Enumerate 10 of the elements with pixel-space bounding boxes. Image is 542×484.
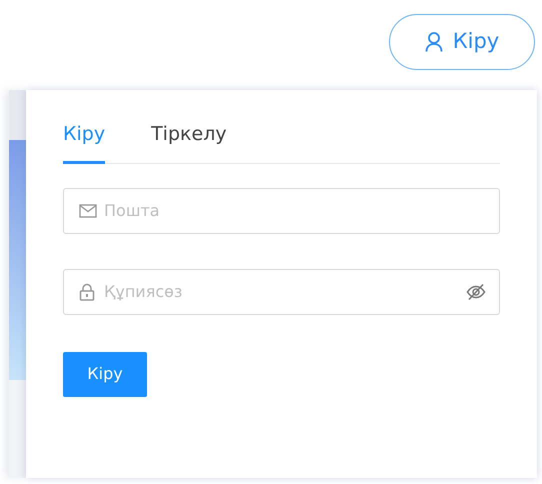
email-field[interactable]: Пошта xyxy=(63,188,500,234)
hide-password-icon[interactable] xyxy=(466,282,486,300)
lock-icon xyxy=(79,282,95,300)
tab[interactable]: Кіру xyxy=(63,120,106,164)
mail-icon xyxy=(79,204,97,218)
user-icon xyxy=(424,32,443,52)
login-button[interactable]: Кіру xyxy=(389,14,535,70)
password-field[interactable]: Құпиясөз xyxy=(63,268,500,314)
tab[interactable]: Тіркелу xyxy=(151,120,227,164)
login-button[interactable]: Кіру xyxy=(63,352,147,396)
